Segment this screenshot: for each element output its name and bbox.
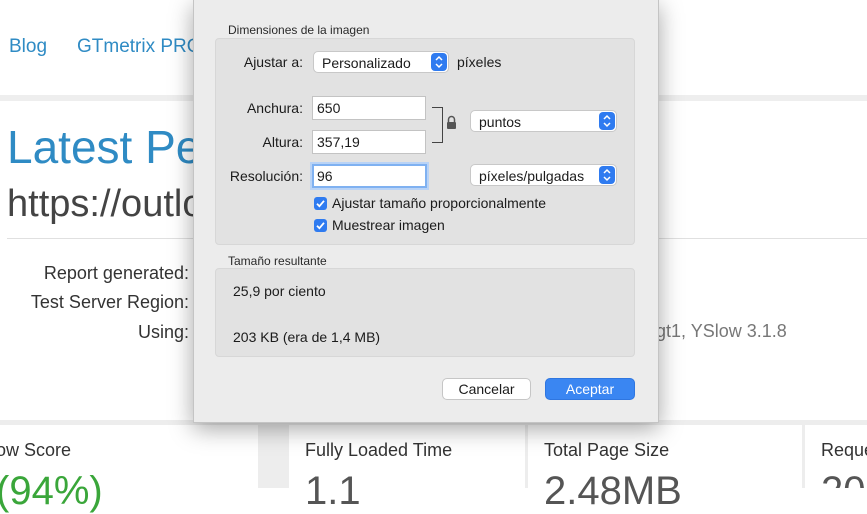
lock-icon[interactable] (446, 115, 457, 133)
height-label: Altura: (262, 134, 303, 150)
fit-label: Ajustar a: (243, 54, 303, 70)
card-value: 2.48MB (544, 469, 682, 513)
cancel-button[interactable]: Cancelar (442, 378, 531, 400)
accept-button[interactable]: Aceptar (545, 378, 635, 400)
lock-bracket (432, 107, 443, 143)
checkmark-icon (316, 200, 325, 208)
nav-link-gtmetrix-pro[interactable]: GTmetrix PRO (77, 36, 202, 58)
height-field[interactable]: 357,19 (312, 130, 426, 154)
chevron-updown-icon (599, 166, 615, 184)
using-label: Using: (137, 322, 189, 342)
card-fully-loaded-time: Fully Loaded Time 1.1 (289, 425, 525, 513)
width-field[interactable]: 650 (312, 96, 426, 120)
resolution-units-value: píxeles/pulgadas (479, 168, 585, 184)
nav-link-blog[interactable]: Blog (9, 36, 47, 58)
resolution-value: 96 (317, 168, 333, 184)
chevron-updown-icon (431, 53, 447, 71)
size-units-value: puntos (479, 114, 522, 130)
card-value: (94%) (0, 469, 103, 513)
card-yslow-score: ow Score (94%) (0, 425, 258, 513)
height-value: 357,19 (317, 134, 360, 150)
report-generated-label: Report generated: (43, 263, 189, 283)
using-value: gt1, YSlow 3.1.8 (656, 321, 787, 341)
scale-proportionally-checkbox[interactable] (314, 197, 327, 210)
resolution-units-popup[interactable]: píxeles/pulgadas (470, 164, 617, 186)
image-dimensions-title: Dimensiones de la imagen (228, 23, 370, 37)
result-size-title: Tamaño resultante (228, 254, 327, 268)
card-requests: Reque 20 (805, 425, 867, 488)
scale-proportionally-label[interactable]: Ajustar tamaño proporcionalmente (332, 195, 546, 211)
result-size-group: 25,9 por ciento 203 KB (era de 1,4 MB) (215, 268, 635, 357)
chevron-updown-icon (599, 112, 615, 130)
page-headline: Latest Pe (7, 121, 202, 173)
checkmark-icon (316, 222, 325, 230)
result-percent: 25,9 por ciento (233, 283, 326, 299)
fit-units: píxeles (457, 54, 502, 70)
fit-popup[interactable]: Personalizado (313, 51, 449, 73)
card-title: Fully Loaded Time (305, 440, 453, 460)
card-title: Total Page Size (544, 440, 670, 460)
resolution-label: Resolución: (229, 168, 303, 184)
card-value: 20 (821, 469, 866, 488)
result-file-size: 203 KB (era de 1,4 MB) (233, 329, 381, 345)
resolution-field[interactable]: 96 (312, 164, 427, 188)
image-dimensions-group: Ajustar a: Personalizado píxeles Anchura… (215, 38, 635, 245)
adjust-size-dialog: Dimensiones de la imagen Ajustar a: Pers… (193, 0, 659, 423)
card-title: ow Score (0, 440, 72, 460)
resample-checkbox[interactable] (314, 219, 327, 232)
fit-value: Personalizado (322, 55, 411, 71)
test-server-region-label: Test Server Region: (30, 292, 189, 312)
card-value: 1.1 (305, 469, 361, 513)
width-label: Anchura: (246, 100, 303, 116)
card-title: Reque (821, 440, 867, 460)
size-units-popup[interactable]: puntos (470, 110, 617, 132)
resample-label[interactable]: Muestrear imagen (332, 217, 445, 233)
width-value: 650 (317, 100, 341, 116)
card-total-page-size: Total Page Size 2.48MB (528, 425, 802, 513)
tested-url: https://outlo (7, 183, 204, 225)
